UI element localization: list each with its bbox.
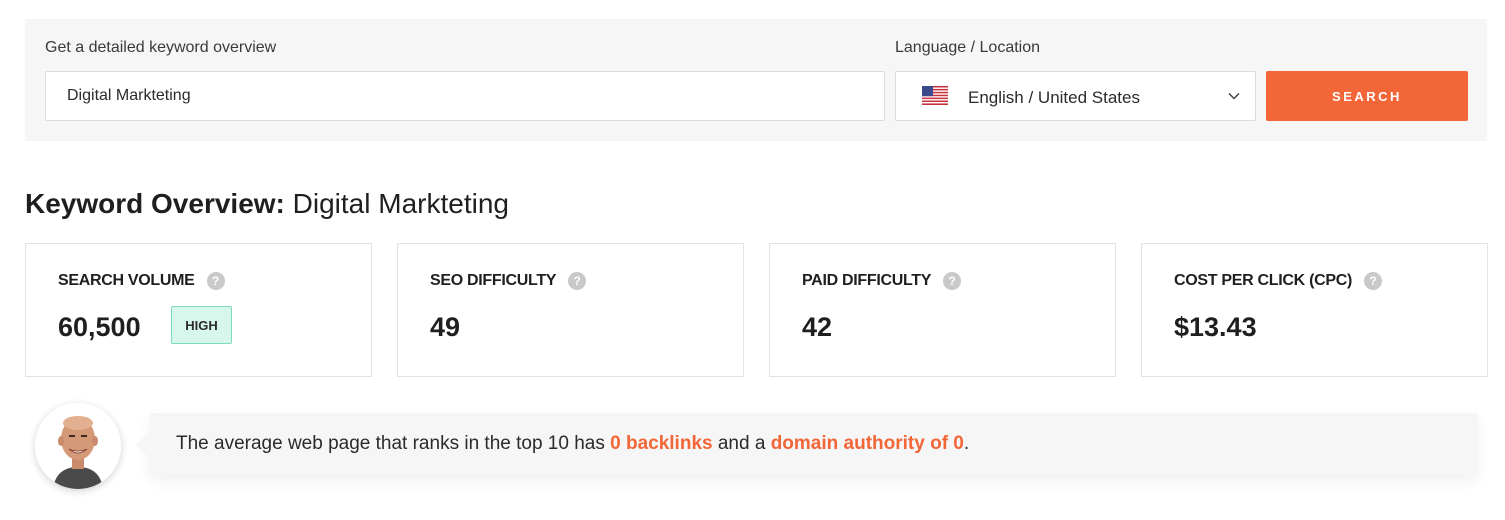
metric-head: COST PER CLICK (CPC) ? [1174,272,1383,290]
search-volume-card: SEARCH VOLUME ? 60,500 HIGH [25,243,372,377]
tip-part2: and a [712,433,771,454]
tip-backlinks: 0 backlinks [610,433,713,454]
search-panel: Get a detailed keyword overview Language… [25,19,1487,141]
metric-value: 42 [802,312,833,342]
title-keyword: Digital Markteting [292,188,509,219]
metric-label: PAID DIFFICULTY [802,272,932,289]
keyword-input[interactable] [45,71,885,121]
location-label: Language / Location [895,39,1041,56]
seo-difficulty-card: SEO DIFFICULTY ? 49 [397,243,744,377]
metric-head: PAID DIFFICULTY ? [802,272,962,290]
avatar-portrait [35,403,121,489]
metric-label: SEO DIFFICULTY [430,272,557,289]
metric-head: SEARCH VOLUME ? [58,272,225,290]
title-prefix: Keyword Overview: [25,188,285,219]
page-title: Keyword Overview: Digital Markteting [25,188,509,220]
metric-value: 49 [430,312,461,342]
avatar [35,403,121,489]
metric-label: SEARCH VOLUME [58,272,195,289]
metric-label: COST PER CLICK (CPC) [1174,272,1353,289]
metric-head: SEO DIFFICULTY ? [430,272,587,290]
help-icon[interactable]: ? [568,272,587,290]
tip-callout: The average web page that ranks in the t… [136,413,1478,475]
metric-value: $13.43 [1174,312,1257,342]
search-button[interactable]: SEARCH [1266,71,1468,121]
tip-text: The average web page that ranks in the t… [176,433,969,455]
keyword-label: Get a detailed keyword overview [45,39,277,56]
location-value: English / United States [968,88,1140,107]
help-icon[interactable]: ? [206,272,225,290]
cpc-card: COST PER CLICK (CPC) ? $13.43 [1141,243,1488,377]
volume-badge: HIGH [171,306,232,344]
us-flag-icon [922,86,948,105]
paid-difficulty-card: PAID DIFFICULTY ? 42 [769,243,1116,377]
tip-part1: The average web page that ranks in the t… [176,433,611,454]
tip-part3: . [963,433,970,454]
tip-authority: domain authority of 0 [770,433,964,454]
metric-value: 60,500 [58,312,141,342]
help-icon[interactable]: ? [1364,272,1383,290]
location-select[interactable]: English / United States [895,71,1256,121]
chevron-down-icon [1228,92,1240,100]
help-icon[interactable]: ? [943,272,962,290]
